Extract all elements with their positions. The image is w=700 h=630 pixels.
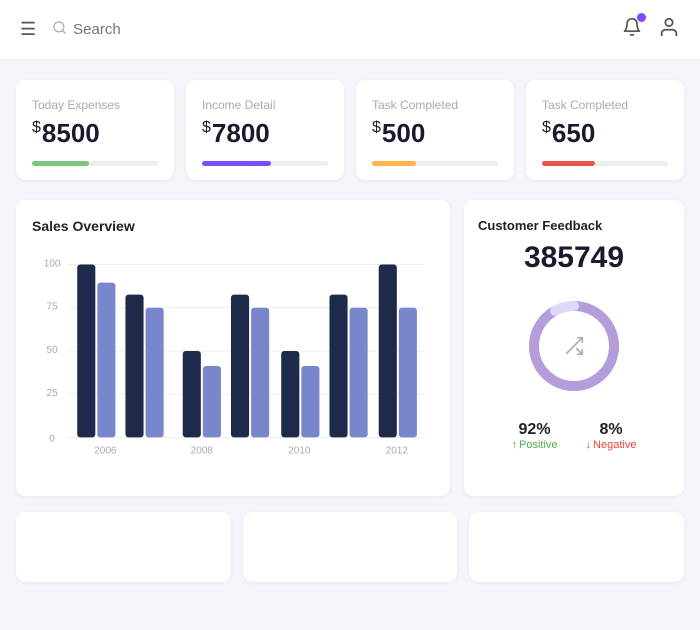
- positive-pct: 92%: [519, 421, 551, 439]
- stat-label-2: Task Completed: [372, 98, 498, 112]
- stat-value-2: $500: [372, 118, 498, 149]
- stat-label-1: Income Detail: [202, 98, 328, 112]
- positive-label: ↑ Positive: [512, 439, 558, 451]
- feedback-number: 385749: [524, 241, 624, 275]
- svg-text:100: 100: [44, 259, 61, 270]
- stat-bar-3: [542, 161, 595, 166]
- svg-text:50: 50: [47, 345, 59, 356]
- search-bar: [52, 20, 622, 39]
- negative-label: ↓ Negative: [586, 439, 637, 451]
- stat-bar-wrap-0: [32, 161, 158, 166]
- notification-icon[interactable]: [622, 17, 642, 42]
- down-arrow-icon: ↓: [586, 439, 592, 451]
- stat-bar-wrap-1: [202, 161, 328, 166]
- stat-currency-2: $: [372, 119, 381, 136]
- svg-text:75: 75: [47, 302, 59, 313]
- donut-chart-wrap: [519, 291, 629, 401]
- bottom-card-1: [16, 512, 231, 582]
- stat-value-3: $650: [542, 118, 668, 149]
- feedback-stats: 92% ↑ Positive 8% ↓ Negative: [478, 421, 670, 451]
- svg-text:25: 25: [47, 388, 59, 399]
- stat-bar-wrap-3: [542, 161, 668, 166]
- positive-stat: 92% ↑ Positive: [512, 421, 558, 451]
- stat-currency-0: $: [32, 119, 41, 136]
- svg-text:2008: 2008: [191, 445, 214, 456]
- stat-card-1: Income Detail $7800: [186, 80, 344, 180]
- stat-bar-0: [32, 161, 89, 166]
- stat-currency-3: $: [542, 119, 551, 136]
- feedback-title: Customer Feedback: [478, 218, 602, 233]
- svg-text:0: 0: [49, 433, 55, 444]
- stat-card-3: Task Completed $650: [526, 80, 684, 180]
- customer-feedback-card: Customer Feedback 385749: [464, 200, 684, 496]
- bottom-card-2: [243, 512, 458, 582]
- search-input[interactable]: [73, 21, 273, 38]
- stat-card-0: Today Expenses $8500: [16, 80, 174, 180]
- bottom-row: Sales Overview 100 75 50 25 0: [16, 200, 684, 496]
- stats-row: Today Expenses $8500 Income Detail $7800…: [16, 80, 684, 180]
- donut-center-icon: [563, 335, 585, 357]
- negative-pct: 8%: [599, 421, 622, 439]
- svg-text:2010: 2010: [288, 445, 311, 456]
- stat-currency-1: $: [202, 119, 211, 136]
- bottom-cards: [16, 512, 684, 582]
- negative-stat: 8% ↓ Negative: [586, 421, 637, 451]
- stat-bar-wrap-2: [372, 161, 498, 166]
- stat-value-1: $7800: [202, 118, 328, 149]
- stat-card-2: Task Completed $500: [356, 80, 514, 180]
- stat-bar-2: [372, 161, 416, 166]
- stat-value-0: $8500: [32, 118, 158, 149]
- bar-chart-svg: 100 75 50 25 0: [32, 248, 434, 478]
- sales-title: Sales Overview: [32, 218, 434, 234]
- sales-overview-card: Sales Overview 100 75 50 25 0: [16, 200, 450, 496]
- user-avatar-icon[interactable]: [658, 16, 680, 44]
- notification-badge: [637, 13, 646, 22]
- svg-text:2006: 2006: [94, 445, 117, 456]
- main-content: Today Expenses $8500 Income Detail $7800…: [0, 60, 700, 602]
- header: ☰: [0, 0, 700, 60]
- svg-text:2012: 2012: [386, 445, 409, 456]
- search-icon: [52, 20, 67, 39]
- stat-bar-1: [202, 161, 271, 166]
- stat-label-3: Task Completed: [542, 98, 668, 112]
- header-actions: [622, 16, 680, 44]
- stat-label-0: Today Expenses: [32, 98, 158, 112]
- sales-chart: 100 75 50 25 0: [32, 248, 434, 478]
- bottom-card-3: [469, 512, 684, 582]
- menu-icon[interactable]: ☰: [20, 19, 36, 40]
- up-arrow-icon: ↑: [512, 439, 518, 451]
